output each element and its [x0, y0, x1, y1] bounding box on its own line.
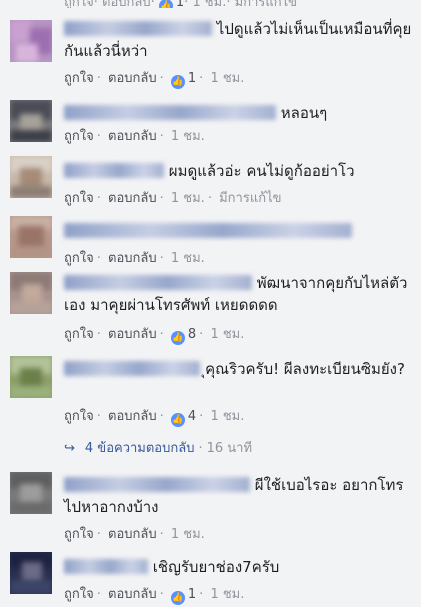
reply-link[interactable]: ตอบกลับ: [108, 409, 157, 424]
avatar[interactable]: [10, 472, 52, 514]
timestamp[interactable]: 1 ชม.: [210, 71, 244, 86]
avatar[interactable]: [10, 156, 52, 198]
replies-count-label[interactable]: 4 ข้อความตอบกลับ: [85, 441, 195, 456]
like-icon: 👍: [170, 75, 185, 89]
comment-body: ผีใช้เบอไรอะ อยากโทรไปหาอากงบ้าง: [64, 474, 413, 518]
commenter-name[interactable]: [64, 559, 148, 574]
comment-body: [64, 220, 413, 242]
commenter-name[interactable]: [64, 21, 212, 36]
like-link[interactable]: ถูกใจ: [64, 251, 94, 266]
comment: ถูกใจ · ตอบกลับ · 1 ชม.: [0, 212, 421, 268]
like-icon: 👍: [170, 413, 185, 427]
edited-label[interactable]: มีการแก้ไข: [219, 191, 281, 206]
timestamp[interactable]: 1 ชม.: [210, 327, 244, 342]
comment: พัฒนาจากคุยกับไหล่ตัวเอง มาคุยผ่านโทรศัพ…: [0, 268, 421, 348]
avatar[interactable]: [10, 100, 52, 142]
timestamp[interactable]: 1 ชม.: [171, 251, 205, 266]
timestamp: 1 ชม.: [192, 0, 227, 8]
like-link[interactable]: ถูกใจ: [64, 191, 94, 206]
avatar[interactable]: [10, 356, 52, 398]
comment: หลอนๆ ถูกใจ · ตอบกลับ · 1 ชม.: [0, 92, 421, 148]
comment: ผีใช้เบอไรอะ อยากโทรไปหาอากงบ้าง ถูกใจ · …: [0, 468, 421, 550]
reply-link[interactable]: ตอบกลับ: [108, 71, 157, 86]
like-link[interactable]: ถูกใจ: [64, 129, 94, 144]
comment-body: พัฒนาจากคุยกับไหล่ตัวเอง มาคุยผ่านโทรศัพ…: [64, 272, 413, 316]
like-link[interactable]: ถูกใจ: [64, 0, 94, 8]
comment-actions: ถูกใจ · ตอบกลับ · 👍 1 · 1 ชม.: [64, 71, 245, 89]
view-replies-link[interactable]: ↪ 4 ข้อความตอบกลับ · 16 นาที: [64, 440, 252, 458]
commenter-name[interactable]: [64, 477, 250, 492]
commenter-name[interactable]: [64, 275, 252, 290]
comment-text: ผมดูแล้วอ่ะ คนไม่ดูก้ออย่าโว: [168, 162, 355, 180]
comment-body: เชิญรับยาช่อง7ครับ: [64, 556, 413, 578]
avatar[interactable]: [10, 552, 52, 594]
reply-link[interactable]: ตอบกลับ: [108, 587, 157, 602]
timestamp[interactable]: 1 ชม.: [171, 191, 205, 206]
like-link[interactable]: ถูกใจ: [64, 409, 94, 424]
comment-actions: ถูกใจ · ตอบกลับ · 👍 8 · 1 ชม.: [64, 327, 245, 345]
like-count: 1: [187, 587, 197, 602]
comment-actions: ถูกใจ · ตอบกลับ · 1 ชม. · มีการแก้ไข: [64, 191, 282, 206]
timestamp[interactable]: 1 ชม.: [210, 587, 244, 602]
comment: ุคุณริวครับ! ผีลงทะเบียนซิมยัง? ถูกใจ · ต…: [0, 352, 421, 464]
reply-link[interactable]: ตอบกลับ: [108, 191, 157, 206]
reply-link[interactable]: ตอบกลับ: [108, 327, 157, 342]
avatar[interactable]: [10, 216, 52, 258]
like-link[interactable]: ถูกใจ: [64, 587, 94, 602]
like-link[interactable]: ถูกใจ: [64, 527, 94, 542]
comment-actions: ถูกใจ · ตอบกลับ · 1 ชม.: [64, 129, 205, 144]
reply-link[interactable]: ตอบกลับ: [108, 251, 157, 266]
comment-text: เชิญรับยาช่อง7ครับ: [152, 558, 280, 576]
like-count: 4: [187, 409, 197, 424]
comment-text: ุคุณริวครับ! ผีลงทะเบียนซิมยัง?: [205, 360, 405, 378]
comment: เชิญรับยาช่อง7ครับ ถูกใจ · ตอบกลับ · 👍 1 · 1…: [0, 552, 421, 607]
comment: ไปดูแล้วไม่เห็นเป็นเหมือนที่คุยกันแล้วนี…: [0, 10, 421, 90]
timestamp[interactable]: 1 ชม.: [171, 527, 205, 542]
like-count: 8: [187, 327, 197, 342]
like-icon: 👍: [158, 0, 173, 8]
reply-link[interactable]: ตอบกลับ: [108, 527, 157, 542]
like-icon: 👍: [170, 591, 185, 605]
reply-link[interactable]: ตอบกลับ: [108, 129, 157, 144]
commenter-name[interactable]: [64, 223, 352, 238]
comment-body: ไปดูแล้วไม่เห็นเป็นเหมือนที่คุยกันแล้วนี…: [64, 18, 413, 62]
comment-body: หลอนๆ: [64, 102, 413, 124]
comment-actions: ถูกใจ · ตอบกลับ · 1 ชม.: [64, 527, 205, 542]
reply-link[interactable]: ตอบกลับ: [102, 0, 151, 8]
reply-arrow-icon: ↪: [64, 441, 75, 456]
comment-actions: ถูกใจ · ตอบกลับ · 1 ชม.: [64, 251, 205, 266]
comment-actions: ถูกใจ · ตอบกลับ · 👍 4 · 1 ชม.: [64, 409, 245, 427]
comment-text: หลอนๆ: [280, 104, 328, 122]
comment-body: ุคุณริวครับ! ผีลงทะเบียนซิมยัง?: [64, 358, 413, 380]
comment-body: ผมดูแล้วอ่ะ คนไม่ดูก้ออย่าโว: [64, 160, 413, 182]
comment-top-cut: ถูกใจ· ตอบกลับ· 👍 1· 1 ชม.· มีการแก้ไข: [0, 0, 421, 8]
comment-actions: ถูกใจ· ตอบกลับ· 👍 1· 1 ชม.· มีการแก้ไข: [64, 0, 297, 8]
like-link[interactable]: ถูกใจ: [64, 327, 94, 342]
replies-time: 16 นาที: [206, 441, 253, 456]
comment-actions: ถูกใจ · ตอบกลับ · 👍 1 · 1 ชม.: [64, 587, 245, 605]
comment: ผมดูแล้วอ่ะ คนไม่ดูก้ออย่าโว ถูกใจ · ตอบก…: [0, 152, 421, 208]
like-link[interactable]: ถูกใจ: [64, 71, 94, 86]
timestamp[interactable]: 1 ชม.: [171, 129, 205, 144]
like-count: 1: [187, 71, 197, 86]
commenter-name[interactable]: [64, 163, 164, 178]
commenter-name[interactable]: [64, 361, 200, 376]
like-count: 1: [175, 0, 185, 8]
commenter-name[interactable]: [64, 105, 276, 120]
avatar[interactable]: [10, 20, 52, 62]
like-icon: 👍: [170, 331, 185, 345]
avatar[interactable]: [10, 272, 52, 314]
timestamp[interactable]: 1 ชม.: [210, 409, 244, 424]
edited-label[interactable]: มีการแก้ไข: [235, 0, 297, 8]
